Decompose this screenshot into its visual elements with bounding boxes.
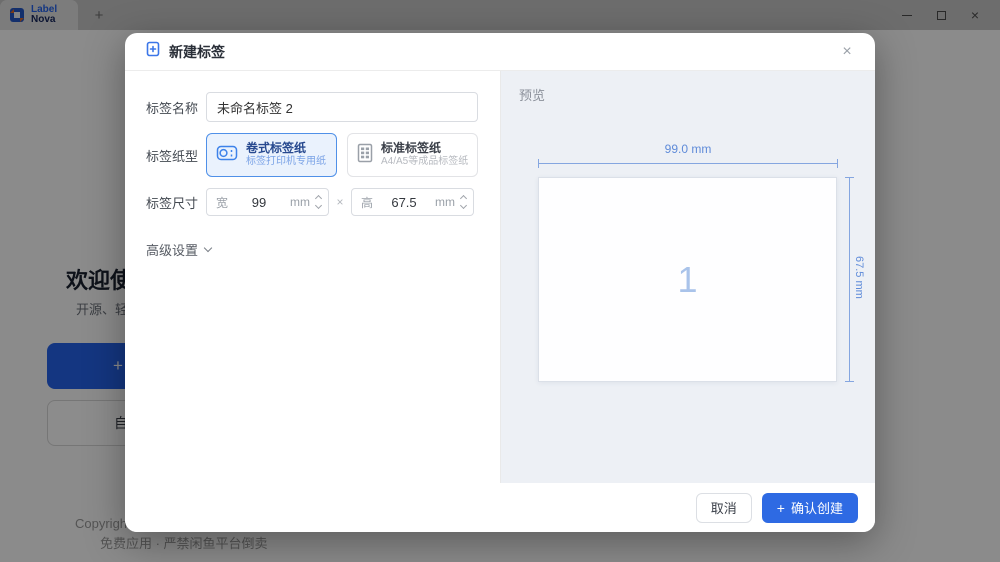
dialog-header: 新建标签 × bbox=[125, 33, 875, 71]
size-times-separator: × bbox=[329, 195, 351, 209]
standard-card-title: 标准标签纸 bbox=[381, 141, 468, 155]
sheet-grid-icon bbox=[356, 143, 374, 168]
dialog-body: 标签名称 标签纸型 bbox=[125, 71, 875, 483]
confirm-create-button[interactable]: + 确认创建 bbox=[762, 493, 858, 523]
dialog-footer: 取消 + 确认创建 bbox=[125, 483, 875, 532]
roll-paper-icon bbox=[215, 142, 239, 169]
height-stepper[interactable] bbox=[460, 194, 467, 210]
preview-panel: 预览 99.0 mm 1 67.5 mm bbox=[501, 71, 875, 483]
width-value[interactable]: 99 bbox=[228, 195, 290, 210]
new-document-icon bbox=[145, 41, 161, 62]
height-dimension-line bbox=[849, 177, 850, 382]
roll-card-subtitle: 标签打印机专用纸 bbox=[246, 155, 326, 169]
size-label: 标签尺寸 bbox=[146, 193, 206, 212]
width-dimension-line bbox=[538, 163, 838, 164]
height-input[interactable]: 高 67.5 mm bbox=[351, 188, 474, 216]
preview-title: 预览 bbox=[519, 85, 545, 104]
label-name-input[interactable] bbox=[206, 92, 478, 122]
paper-type-row: 标签纸型 卷式标签纸 标签打印 bbox=[146, 133, 478, 177]
cancel-button[interactable]: 取消 bbox=[696, 493, 752, 523]
width-input[interactable]: 宽 99 mm bbox=[206, 188, 329, 216]
plus-icon: + bbox=[777, 500, 785, 516]
name-row: 标签名称 bbox=[146, 92, 478, 122]
width-stepper[interactable] bbox=[315, 194, 322, 210]
height-value[interactable]: 67.5 bbox=[373, 195, 435, 210]
width-dimension-text: 99.0 mm bbox=[538, 142, 838, 156]
confirm-create-label: 确认创建 bbox=[791, 498, 843, 517]
advanced-settings-toggle[interactable]: 高级设置 bbox=[146, 240, 478, 259]
height-dimension-text: 67.5 mm bbox=[853, 256, 865, 299]
height-prefix: 高 bbox=[361, 194, 373, 211]
new-label-dialog: 新建标签 × 标签名称 标签纸型 bbox=[125, 33, 875, 532]
standard-card-subtitle: A4/A5等成品标签纸 bbox=[381, 155, 468, 169]
dialog-title: 新建标签 bbox=[169, 42, 225, 62]
paper-type-roll-card[interactable]: 卷式标签纸 标签打印机专用纸 bbox=[206, 133, 337, 177]
height-unit: mm bbox=[435, 195, 455, 209]
width-unit: mm bbox=[290, 195, 310, 209]
chevron-down-icon[interactable] bbox=[460, 202, 467, 209]
paper-type-label: 标签纸型 bbox=[146, 146, 206, 165]
label-form: 标签名称 标签纸型 bbox=[125, 71, 501, 483]
close-dialog-button[interactable]: × bbox=[835, 40, 859, 64]
width-prefix: 宽 bbox=[216, 194, 228, 211]
chevron-down-icon[interactable] bbox=[315, 202, 322, 209]
size-row: 标签尺寸 宽 99 mm × 高 67.5 bbox=[146, 188, 478, 216]
advanced-settings-label: 高级设置 bbox=[146, 240, 198, 259]
paper-type-standard-card[interactable]: 标准标签纸 A4/A5等成品标签纸 bbox=[347, 133, 478, 177]
name-label: 标签名称 bbox=[146, 98, 206, 117]
preview-page-number: 1 bbox=[677, 259, 697, 301]
roll-card-title: 卷式标签纸 bbox=[246, 141, 326, 155]
chevron-down-icon bbox=[204, 244, 212, 252]
label-preview: 1 bbox=[538, 177, 837, 382]
